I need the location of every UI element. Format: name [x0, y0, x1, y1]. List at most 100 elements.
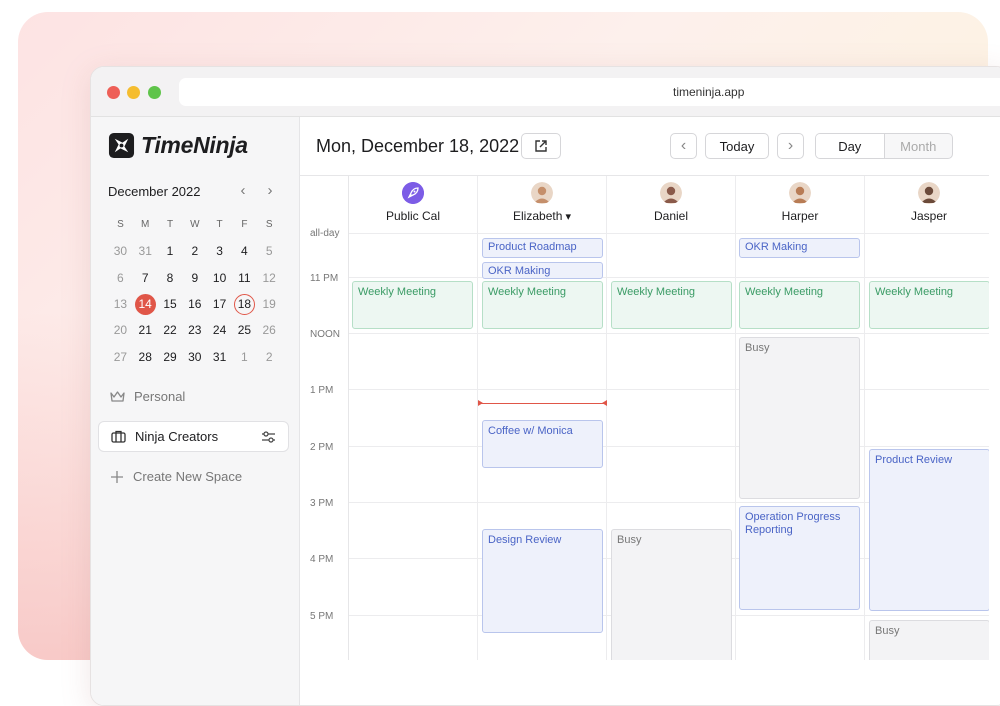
mini-calendar-day[interactable]: 30 [108, 240, 133, 262]
calendar-event[interactable]: Weekly Meeting [482, 281, 603, 329]
column-name: Public Cal [349, 209, 477, 223]
open-external-button[interactable] [521, 133, 561, 159]
dow-label: T [216, 219, 223, 231]
mini-calendar-day[interactable]: 28 [133, 346, 158, 368]
time-label: 5 PM [310, 611, 334, 622]
chevron-right-icon[interactable]: › [263, 182, 277, 199]
briefcase-icon [111, 430, 126, 443]
mini-calendar-day[interactable]: 8 [158, 267, 183, 289]
prev-day-button[interactable]: ‹ [670, 133, 697, 159]
mini-calendar-day[interactable]: 15 [158, 293, 183, 315]
mini-calendar-day[interactable]: 29 [158, 346, 183, 368]
calendar-event[interactable]: Weekly Meeting [869, 281, 989, 329]
calendar-event[interactable]: Weekly Meeting [739, 281, 860, 329]
mini-calendar-day[interactable]: 22 [158, 319, 183, 341]
dow-label: W [190, 219, 200, 231]
mini-calendar-day[interactable]: 3 [207, 240, 232, 262]
time-label: 11 PM [310, 273, 339, 284]
sidebar-content: TimeNinja December 2022 ‹ › S M T W T F S 30 31 1… [90, 66, 299, 666]
event-title: Weekly Meeting [488, 286, 567, 298]
brand-logo: TimeNinja [108, 132, 248, 159]
mini-calendar-day[interactable]: 5 [257, 240, 282, 262]
mini-calendar-day[interactable]: 6 [108, 267, 133, 289]
current-time-indicator [478, 400, 607, 406]
calendar-event[interactable]: OKR Making [482, 262, 603, 279]
mini-calendar-day[interactable]: 1 [232, 346, 257, 368]
event-title: Busy [875, 625, 900, 637]
mini-calendar-day[interactable]: 10 [207, 267, 232, 289]
mini-calendar-day[interactable]: 4 [232, 240, 257, 262]
address-bar[interactable]: timeninja.app [179, 78, 1000, 106]
view-month-tab[interactable]: Month [885, 134, 953, 158]
sliders-icon[interactable] [261, 430, 276, 444]
caret-down-icon[interactable]: ▾ [562, 211, 571, 223]
calendar-event[interactable]: OKR Making [739, 238, 860, 258]
mini-calendar-day[interactable]: 27 [108, 346, 133, 368]
mini-calendar-day[interactable]: 23 [182, 319, 207, 341]
mini-calendar-day[interactable]: 31 [133, 240, 158, 262]
mini-calendar-day[interactable]: 9 [182, 267, 207, 289]
mini-calendar-day[interactable]: 7 [133, 267, 158, 289]
person-name: Harper [781, 209, 819, 223]
day-number: 2 [191, 244, 199, 259]
mini-calendar-day[interactable]: 19 [257, 293, 282, 315]
mini-calendar-day[interactable]: 2 [257, 346, 282, 368]
day-number: 12 [262, 270, 276, 285]
day-number: 31 [138, 244, 152, 259]
mini-calendar-day[interactable]: 20 [108, 319, 133, 341]
calendar-event[interactable]: Busy [611, 529, 732, 660]
mini-calendar-day[interactable]: 25 [232, 319, 257, 341]
space-ninja-creators[interactable]: Ninja Creators [98, 421, 289, 452]
column-header[interactable]: Jasper [865, 176, 989, 234]
mini-calendar-day[interactable]: 13 [108, 293, 133, 315]
event-title: Busy [745, 342, 770, 354]
column-header[interactable]: Elizabeth ▾ [478, 176, 606, 234]
event-title: Design Review [488, 534, 562, 546]
mini-calendar-day[interactable]: 1 [158, 240, 183, 262]
create-new-space-button[interactable]: Create New Space [98, 461, 289, 492]
column-header[interactable]: Daniel [607, 176, 735, 234]
day-number: 29 [163, 349, 177, 364]
calendar-event[interactable]: Product Roadmap [482, 238, 603, 258]
calendar-event[interactable]: Operation Progress Reporting [739, 506, 860, 610]
mini-calendar-day[interactable]: 16 [182, 293, 207, 315]
day-number: 14 [134, 294, 156, 316]
day-number: 8 [166, 270, 174, 285]
calendar-event[interactable]: Design Review [482, 529, 603, 633]
calendar-event[interactable]: Weekly Meeting [352, 281, 473, 329]
day-number: 18 [233, 294, 255, 316]
day-number: 2 [265, 349, 273, 364]
view-day-tab[interactable]: Day [816, 134, 885, 158]
event-title: Operation Progress Reporting [745, 511, 841, 536]
today-button[interactable]: Today [705, 133, 769, 159]
column-header[interactable]: Public Cal [349, 176, 477, 234]
calendar-event[interactable]: Busy [869, 620, 989, 660]
mini-calendar-day[interactable]: 18 [232, 293, 257, 316]
calendar-event[interactable]: Weekly Meeting [611, 281, 732, 329]
mini-calendar-day[interactable]: 2 [182, 240, 207, 262]
mini-calendar-day[interactable]: 12 [257, 267, 282, 289]
day-number: 30 [113, 244, 128, 259]
event-title: Busy [617, 534, 642, 546]
mini-calendar-day[interactable]: 21 [133, 319, 158, 341]
mini-calendar-day[interactable]: 24 [207, 319, 232, 341]
space-personal[interactable]: Personal [98, 381, 289, 412]
chevron-right-icon: › [787, 137, 794, 154]
calendar-event[interactable]: Product Review [869, 449, 989, 611]
next-day-button[interactable]: › [777, 133, 804, 159]
day-number: 7 [141, 270, 149, 285]
mini-calendar-day[interactable]: 31 [207, 346, 232, 368]
column-header[interactable]: Harper [736, 176, 864, 234]
calendar-event[interactable]: Busy [739, 337, 860, 499]
mini-calendar-day[interactable]: 17 [207, 293, 232, 315]
mini-calendar-day[interactable]: 11 [232, 267, 257, 289]
calendar-event[interactable]: Coffee w/ Monica [482, 420, 603, 468]
mini-calendar-day[interactable]: 30 [182, 346, 207, 368]
mini-calendar-week: 20 21 22 23 24 25 26 [108, 317, 282, 343]
mini-calendar-day[interactable]: 14 [133, 293, 158, 316]
mini-calendar-day[interactable]: 26 [257, 319, 282, 341]
chevron-left-icon[interactable]: ‹ [236, 182, 250, 199]
space-label: Personal [134, 389, 186, 404]
day-number: 9 [191, 270, 199, 285]
calendar-column[interactable]: Public Cal [349, 176, 478, 660]
